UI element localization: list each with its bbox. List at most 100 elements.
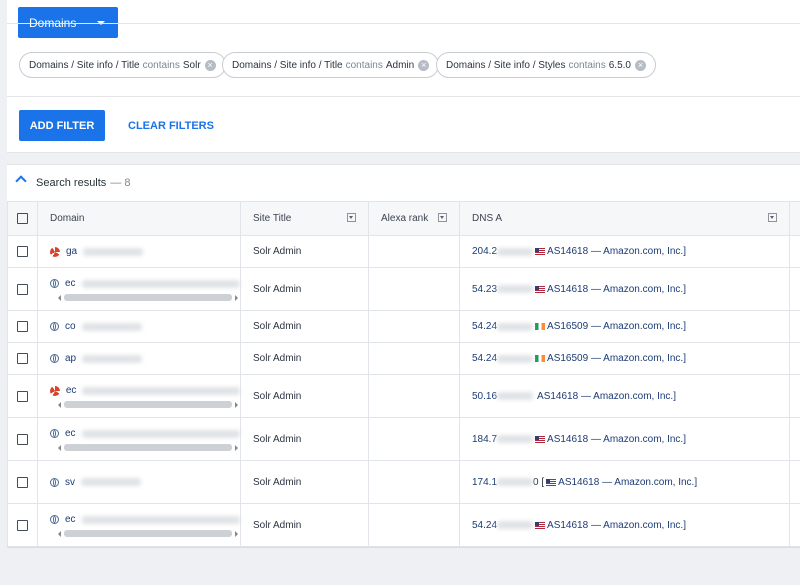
select-cell <box>7 374 38 418</box>
asn-link[interactable]: AS16509 — Amazon.com, Inc.] <box>547 321 686 332</box>
ip-link[interactable]: 204.2 <box>472 246 497 257</box>
row-checkbox[interactable] <box>17 353 28 364</box>
ip-link[interactable]: 50.16 <box>472 391 497 402</box>
extra-cell <box>789 310 800 343</box>
redacted-text <box>82 354 143 363</box>
column-header-alexa-rank[interactable]: Alexa rank <box>368 201 460 236</box>
cell-scrollbar[interactable] <box>58 530 238 538</box>
table-row[interactable]: ec Solr Admin 54.24 AS14618 — Amazon.com, I… <box>7 503 800 547</box>
table-row[interactable]: ga Solr Admin 204.2 AS14618 — Amazon.com, I… <box>7 235 800 268</box>
select-all-checkbox[interactable] <box>17 213 28 224</box>
row-checkbox[interactable] <box>17 519 28 531</box>
column-menu-icon[interactable] <box>768 213 777 222</box>
column-menu-icon[interactable] <box>438 213 447 222</box>
ip-link[interactable]: 184.7 <box>472 434 497 445</box>
dns-a-cell: 54.24 AS14618 — Amazon.com, Inc.] <box>459 503 790 547</box>
alexa-rank-cell <box>368 503 460 547</box>
results-header[interactable]: Search results — 8 <box>7 165 800 201</box>
domain-link[interactable]: ec <box>66 385 77 396</box>
domain-link[interactable]: ec <box>65 514 76 525</box>
column-menu-icon[interactable] <box>347 213 356 222</box>
asn-link[interactable]: AS14618 — Amazon.com, Inc.] <box>537 391 676 402</box>
filter-chip[interactable]: Domains / Site info / Title contains Sol… <box>19 52 226 78</box>
scroll-right-icon[interactable] <box>235 294 238 301</box>
row-checkbox[interactable] <box>17 246 28 257</box>
column-header-site-title[interactable]: Site Title <box>240 201 369 236</box>
domain-link[interactable]: ec <box>65 428 76 439</box>
domain-cell[interactable]: ga <box>37 235 241 268</box>
chevron-up-icon[interactable] <box>15 175 27 187</box>
redacted-text <box>497 521 534 529</box>
column-header-dns-a[interactable]: DNS A <box>459 201 790 236</box>
redacted-text <box>497 247 534 256</box>
scroll-left-icon[interactable] <box>58 530 61 537</box>
extra-cell <box>789 342 800 375</box>
add-filter-button[interactable]: ADD FILTER <box>19 110 105 141</box>
asn-link[interactable]: AS14618 — Amazon.com, Inc.] <box>547 284 686 295</box>
asn-link[interactable]: AS14618 — Amazon.com, Inc.] <box>547 520 686 531</box>
select-cell <box>7 310 38 343</box>
site-title-cell: Solr Admin <box>240 503 369 547</box>
domain-link[interactable]: ga <box>66 246 77 257</box>
select-all-cell <box>7 201 38 236</box>
table-row[interactable]: ec Solr Admin 54.23 AS14618 — Amazon.com, I… <box>7 267 800 311</box>
ip-link[interactable]: 54.24 <box>472 520 497 531</box>
row-checkbox[interactable] <box>17 321 28 332</box>
table-row[interactable]: sv Solr Admin 174.1 0 [AS14618 — Amazon.com… <box>7 460 800 504</box>
row-checkbox[interactable] <box>17 476 28 488</box>
close-icon[interactable]: × <box>418 59 430 71</box>
us-flag-icon <box>535 285 546 293</box>
domain-cell[interactable]: ec <box>37 417 241 461</box>
domain-cell[interactable]: ec <box>37 267 241 311</box>
row-checkbox[interactable] <box>17 283 28 295</box>
domain-cell[interactable]: ap <box>37 342 241 375</box>
scroll-right-icon[interactable] <box>235 401 238 408</box>
asn-link[interactable]: AS14618 — Amazon.com, Inc.] <box>547 434 686 445</box>
domain-link[interactable]: ap <box>65 353 76 364</box>
domain-link[interactable]: co <box>65 321 76 332</box>
alexa-rank-cell <box>368 342 460 375</box>
extra-cell <box>789 503 800 547</box>
filter-chip[interactable]: Domains / Site info / Styles contains 6.… <box>436 52 656 78</box>
table-row[interactable]: ap Solr Admin 54.24 AS16509 — Amazon.com, I… <box>7 342 800 375</box>
domain-cell[interactable]: co <box>37 310 241 343</box>
clear-filters-button[interactable]: CLEAR FILTERS <box>128 110 214 141</box>
domain-cell[interactable]: ec <box>37 503 241 547</box>
dns-a-cell: 54.24 AS16509 — Amazon.com, Inc.] <box>459 310 790 343</box>
ip-link[interactable]: 54.24 <box>472 321 497 332</box>
table-row[interactable]: co Solr Admin 54.24 AS16509 — Amazon.com, I… <box>7 310 800 343</box>
cell-scrollbar[interactable] <box>58 401 238 409</box>
redacted-text <box>81 515 240 524</box>
scroll-right-icon[interactable] <box>235 530 238 537</box>
close-icon[interactable]: × <box>635 59 646 71</box>
domain-cell[interactable]: sv <box>37 460 241 504</box>
domain-cell[interactable]: ec <box>37 374 241 418</box>
ip-link[interactable]: 54.24 <box>472 353 497 364</box>
row-checkbox[interactable] <box>17 390 28 402</box>
asn-link[interactable]: AS14618 — Amazon.com, Inc.] <box>558 477 697 488</box>
close-icon[interactable]: × <box>204 59 216 71</box>
favicon-icon <box>50 385 60 396</box>
column-header-domain[interactable]: Domain <box>37 201 241 236</box>
table-row[interactable]: ec Solr Admin 184.7 AS14618 — Amazon.com, I… <box>7 417 800 461</box>
asn-link[interactable]: AS16509 — Amazon.com, Inc.] <box>547 353 686 364</box>
table-row[interactable]: ec Solr Admin 50.16 AS14618 — Amazon.com, I… <box>7 374 800 418</box>
scroll-left-icon[interactable] <box>58 401 61 408</box>
cell-scrollbar[interactable] <box>58 294 238 302</box>
domain-link[interactable]: sv <box>65 477 75 488</box>
cell-scrollbar[interactable] <box>58 444 238 452</box>
alexa-rank-cell <box>368 235 460 268</box>
domain-link[interactable]: ec <box>65 278 76 289</box>
ip-link[interactable]: 54.23 <box>472 284 497 295</box>
asn-link[interactable]: AS14618 — Amazon.com, Inc.] <box>547 246 686 257</box>
row-checkbox[interactable] <box>17 433 28 445</box>
select-cell <box>7 267 38 311</box>
scroll-right-icon[interactable] <box>235 444 238 451</box>
ip-link[interactable]: 174.1 <box>472 477 497 488</box>
scroll-left-icon[interactable] <box>58 294 61 301</box>
scroll-left-icon[interactable] <box>58 444 61 451</box>
filter-chip[interactable]: Domains / Site info / Title contains Adm… <box>222 52 440 78</box>
redacted-text <box>81 279 240 288</box>
results-table: Domain Site Title Alexa rank DNS A ga Sol… <box>7 201 800 547</box>
redacted-text <box>497 478 534 486</box>
